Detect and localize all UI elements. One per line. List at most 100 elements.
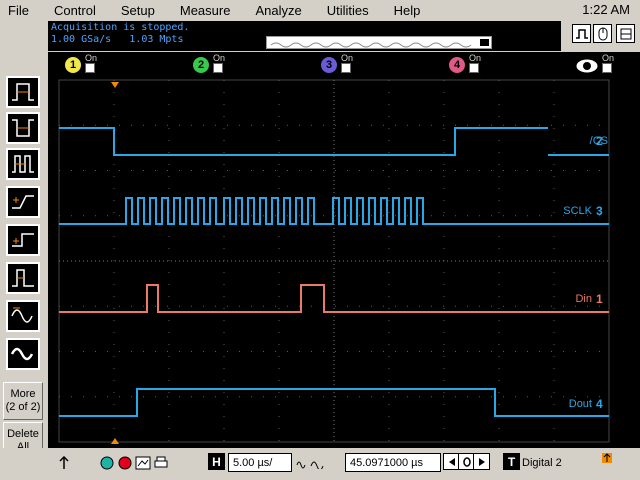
channel-1-on[interactable]: On [84,53,100,74]
trigger-position-marker-bottom [111,438,119,444]
channel-4-on-label: On [469,53,482,63]
acquisition-status-panel: Acquisition is stopped. 1.00 GSa/s 1.03 … [48,21,561,51]
fall-time-icon [12,233,34,247]
menu-file[interactable]: File [0,3,29,18]
waveform-icon [575,28,588,39]
save-image-icon[interactable] [135,455,151,471]
channel-4-on[interactable]: On [468,53,484,74]
dout-trace [59,388,548,417]
waveform-overview[interactable] [266,36,492,49]
channel-2-badge[interactable]: 2 [193,57,209,73]
amplitude-button[interactable] [6,338,40,370]
signal-label-din: Din [575,293,592,305]
time-scale-fine-icon[interactable] [310,455,324,471]
digital-on[interactable]: On [601,53,617,74]
chevron-right-icon [478,457,485,466]
memory-depth: 1.03 Mpts [129,34,184,45]
zero-icon [462,456,471,467]
display-mode-button[interactable] [572,24,591,43]
positive-pulse-button[interactable] [6,76,40,108]
waveform-display[interactable]: /CS 2 SCLK 3 Din 1 Dout 4 [48,76,612,448]
sample-rate: 1.00 GSa/s [51,34,112,45]
channel-3-on-label: On [341,53,354,63]
sine-wave-icon [11,307,33,323]
amplitude-icon [10,347,34,361]
print-icon[interactable] [153,455,169,471]
chevron-left-icon [448,457,455,466]
channel-4-badge[interactable]: 4 [449,57,465,73]
digital-on-checkbox[interactable] [602,63,612,73]
channel-4-control[interactable]: 4 On [449,53,484,74]
channel-1-control[interactable]: 1 On [65,53,100,74]
stop-icon[interactable] [118,455,132,471]
overview-wave-icon [270,42,472,48]
period-icon [12,155,34,173]
menu-utilities[interactable]: Utilities [319,3,369,18]
signal-channel-cs: 2 [596,134,603,148]
negative-pulse-button[interactable] [6,112,40,144]
channel-1-on-checkbox[interactable] [85,63,95,73]
channel-3-control[interactable]: 3 On [321,53,356,74]
mouse-icon [598,27,607,40]
din-trace [59,284,548,313]
channel-2-control[interactable]: 2 On [193,53,228,74]
sine-measure-button[interactable] [6,300,40,332]
horizontal-label[interactable]: H [208,453,225,470]
menu-analyze[interactable]: Analyze [247,3,301,18]
run-icon[interactable] [100,455,114,471]
menu-measure[interactable]: Measure [172,3,231,18]
delete-label: Delete [7,428,39,440]
time-per-div-field[interactable]: 5.00 µs/ [228,453,292,472]
channel-3-badge[interactable]: 3 [321,57,337,73]
signal-label-dout: Dout [568,398,592,410]
channel-4-on-checkbox[interactable] [469,63,479,73]
rise-time-button[interactable] [6,186,40,218]
more-button[interactable]: More (2 of 2) [3,382,43,420]
signal-channel-din: 1 [596,292,603,306]
channel-3-on-checkbox[interactable] [341,63,351,73]
digital-on-label: On [602,53,615,63]
left-toolbar: More (2 of 2) Delete All [0,52,46,480]
pointer-mode-button[interactable] [593,24,612,43]
trigger-source[interactable]: Digital 2 [522,457,562,469]
channel-1-badge[interactable]: 1 [65,57,81,73]
positive-pulse-icon [12,83,34,101]
delay-right-button[interactable] [473,453,490,470]
ground-marker-icon[interactable] [58,455,70,471]
bottom-bar: H 5.00 µs/ 45.0971000 µs T Digital 2 [0,448,640,480]
channel-2-on[interactable]: On [212,53,228,74]
time-scale-coarse-icon[interactable] [296,455,308,471]
acquisition-rate: 1.00 GSa/s 1.03 Mpts [51,34,183,45]
delay-field[interactable]: 45.0971000 µs [345,453,441,472]
fall-time-button[interactable] [6,224,40,256]
duty-cycle-button[interactable] [6,262,40,294]
menu-help[interactable]: Help [386,3,421,18]
channel-2-on-label: On [213,53,226,63]
trigger-level-marker-icon[interactable] [600,451,614,467]
oscilloscope-app: File Control Setup Measure Analyze Utili… [0,0,640,480]
acquisition-message: Acquisition is stopped. [51,22,190,33]
channel-3-on[interactable]: On [340,53,356,74]
right-strip [612,76,640,448]
signal-label-sclk: SCLK [563,205,592,217]
more-label: More [10,388,36,400]
channel-1-on-label: On [85,53,98,63]
overview-handle[interactable] [480,39,489,46]
cs-trace [59,127,548,156]
menu-bar: File Control Setup Measure Analyze Utili… [0,0,640,20]
grid-icon [620,28,631,39]
grid-view-button[interactable] [616,24,635,43]
trigger-label[interactable]: T [503,453,520,470]
digital-display-control[interactable]: On [576,53,617,74]
waveform-canvas [58,79,610,444]
period-button[interactable] [6,148,40,180]
trigger-position-marker-top [111,82,119,88]
menu-setup[interactable]: Setup [113,3,155,18]
negative-pulse-icon [12,119,34,137]
rise-time-icon [12,195,34,209]
signal-channel-dout: 4 [596,397,603,411]
menu-control[interactable]: Control [46,3,96,18]
eye-icon[interactable] [576,58,598,74]
more-page-label: (2 of 2) [5,401,41,413]
channel-2-on-checkbox[interactable] [213,63,223,73]
